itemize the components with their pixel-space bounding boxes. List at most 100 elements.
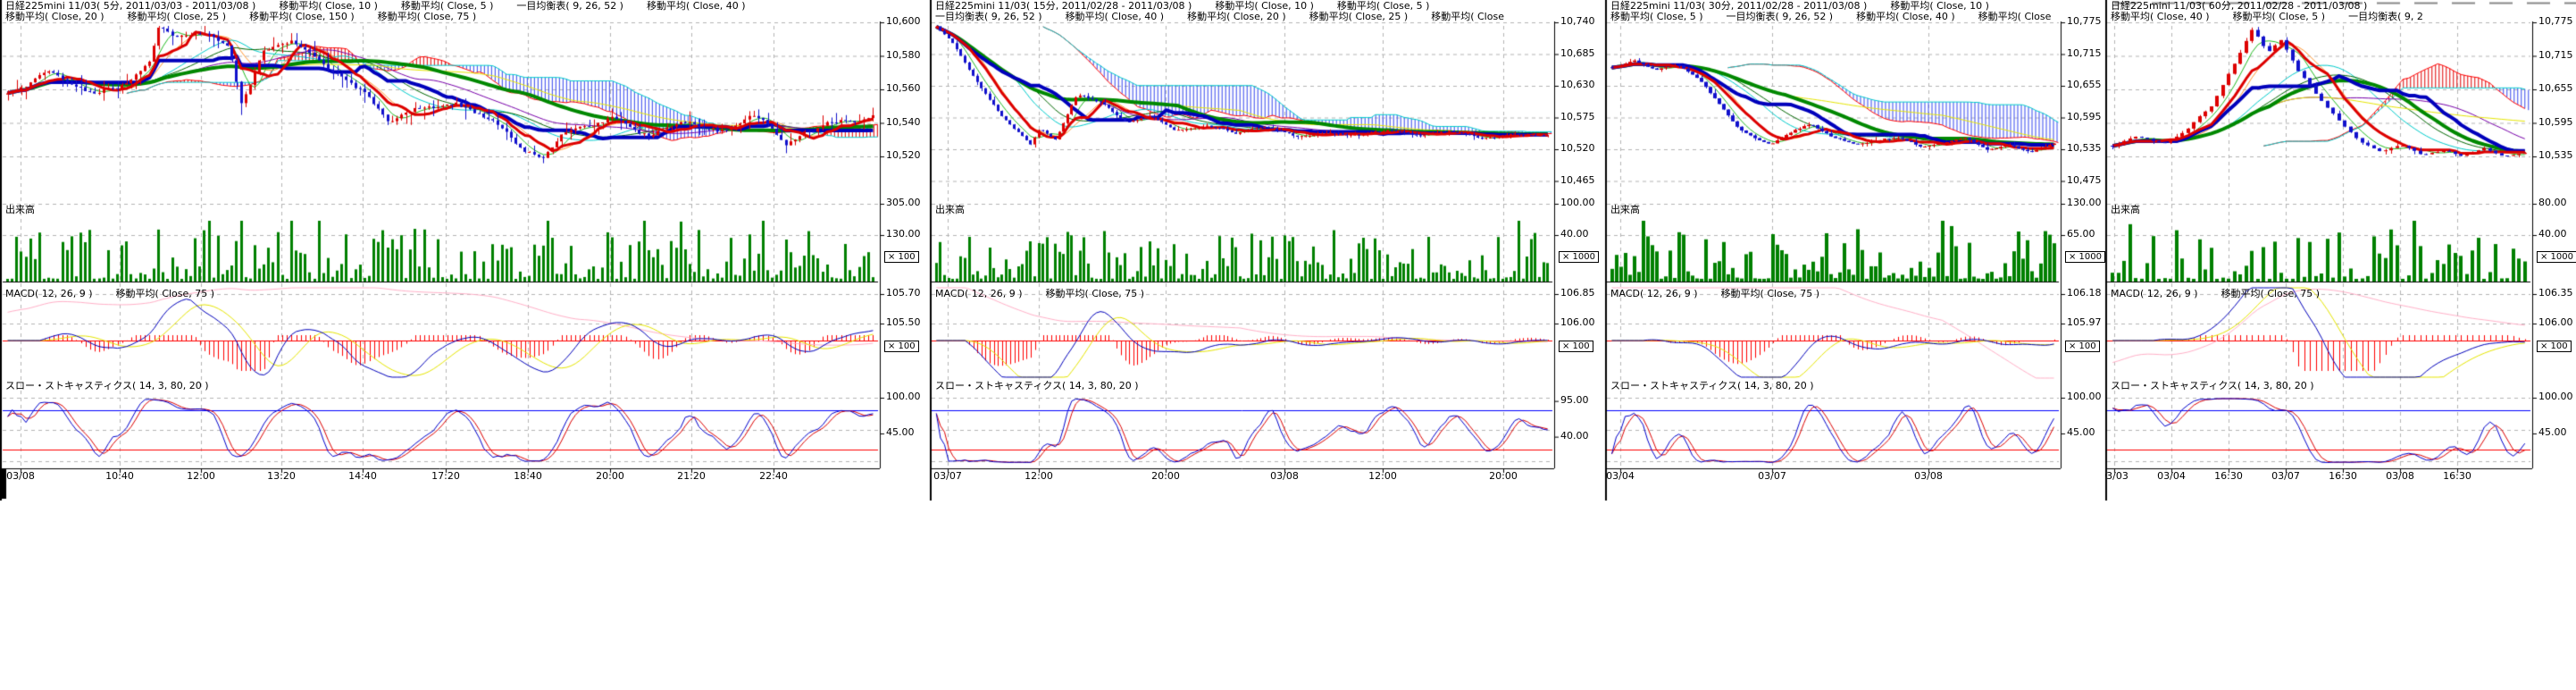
time-axis-label: 03/07: [933, 471, 962, 482]
indicator-label: 移動平均( Close, 40 ): [647, 0, 746, 12]
indicator-label: 移動平均( Close: [1431, 11, 1504, 22]
labels-layer: 日経225mini 11/03( 5分, 2011/03/03 - 2011/0…: [0, 0, 2576, 690]
price-axis-label: 10,560: [886, 83, 921, 94]
price-axis-label: 10,775: [2538, 16, 2573, 27]
macd-axis-label: 105.50: [886, 317, 921, 328]
price-axis-label: 10,520: [1560, 143, 1595, 154]
stoch-axis-label: 45.00: [2067, 427, 2095, 438]
macd-axis-label: 106.00: [2538, 317, 2573, 328]
price-axis-label: 10,655: [2067, 80, 2102, 90]
volume-axis-label: 130.00: [886, 229, 921, 240]
time-axis-label: 13:20: [267, 471, 296, 482]
indicator-label: 移動平均( Close, 25 ): [1309, 11, 1409, 22]
time-axis-label: 20:00: [596, 471, 624, 482]
macd-axis-label: 106.00: [1560, 317, 1595, 328]
price-axis-label: 10,600: [886, 16, 921, 27]
macd-scale-box: × 100: [884, 341, 919, 352]
macd-ma-label: 移動平均( Close, 75 ): [116, 288, 215, 299]
time-axis-label: 03/07: [1758, 471, 1786, 482]
stoch-section-label: スロー・ストキャスティクス( 14, 3, 80, 20 ): [1610, 381, 1814, 391]
stoch-section-label: スロー・ストキャスティクス( 14, 3, 80, 20 ): [5, 381, 209, 391]
price-axis-label: 10,740: [1560, 16, 1595, 27]
indicator-label: 移動平均( Close, 20 ): [1187, 11, 1286, 22]
price-axis-label: 10,715: [2067, 48, 2102, 59]
volume-scale-box: × 1000: [1559, 251, 1599, 263]
chart-panel-4[interactable]: 日経225mini 11/03( 60分, 2011/02/28 - 2011/…: [2105, 0, 2576, 501]
chart-panel-3[interactable]: 日経225mini 11/03( 30分, 2011/02/28 - 2011/…: [1605, 0, 2105, 501]
indicator-label: 移動平均( Close, 25 ): [128, 11, 227, 22]
stoch-axis-label: 95.00: [1560, 395, 1589, 406]
macd-section-row: MACD( 12, 26, 9 ) 移動平均( Close, 75 ): [1610, 289, 1843, 299]
macd-axis-label: 105.70: [886, 288, 921, 299]
time-axis-label: 03/08: [1914, 471, 1943, 482]
indicator-label: 一目均衡表( 9, 26, 52 ): [1727, 11, 1834, 22]
macd-section-label: MACD( 12, 26, 9 ): [2111, 288, 2198, 299]
price-axis-label: 10,685: [1560, 48, 1595, 59]
macd-section-label: MACD( 12, 26, 9 ): [1610, 288, 1698, 299]
stoch-section-label: スロー・ストキャスティクス( 14, 3, 80, 20 ): [935, 381, 1139, 391]
time-axis-label: 10:40: [105, 471, 134, 482]
stoch-section-label: スロー・ストキャスティクス( 14, 3, 80, 20 ): [2111, 381, 2314, 391]
time-axis-label: 03/03: [2105, 471, 2129, 482]
volume-axis-label: 80.00: [2538, 198, 2567, 208]
macd-ma-label: 移動平均( Close, 75 ): [1721, 288, 1820, 299]
macd-section-row: MACD( 12, 26, 9 ) 移動平均( Close, 75 ): [2111, 289, 2343, 299]
chart-header-line2: 移動平均( Close, 40 )移動平均( Close, 5 )一目均衡表( …: [2111, 12, 2446, 22]
stoch-axis-label: 100.00: [2067, 391, 2102, 402]
indicator-label: 移動平均( Close, 20 ): [5, 11, 105, 22]
price-axis-label: 10,775: [2067, 16, 2102, 27]
macd-ma-label: 移動平均( Close, 75 ): [1046, 288, 1145, 299]
time-axis-label: 21:20: [677, 471, 706, 482]
price-axis-label: 10,475: [2067, 175, 2102, 186]
chart-panel-1[interactable]: 日経225mini 11/03( 5分, 2011/03/03 - 2011/0…: [0, 0, 930, 501]
time-axis-label: 12:00: [1368, 471, 1397, 482]
chart-header-line2: 一目均衡表( 9, 26, 52 )移動平均( Close, 40 )移動平均(…: [935, 12, 1527, 22]
indicator-label: 一目均衡表( 9, 2: [2348, 11, 2423, 22]
macd-section-row: MACD( 12, 26, 9 )移動平均( Close, 75 ): [5, 289, 238, 299]
time-axis-label: 12:00: [1025, 471, 1053, 482]
indicator-label: 移動平均( Close, 40 ): [1856, 11, 1955, 22]
volume-axis-label: 100.00: [1560, 198, 1595, 208]
indicator-label: 移動平均( Close: [1978, 11, 2052, 22]
indicator-label: 移動平均( Close, 75 ): [378, 11, 477, 22]
time-axis-label: 03/08: [1270, 471, 1299, 482]
price-axis-label: 10,535: [2538, 150, 2573, 161]
macd-axis-label: 106.35: [2538, 288, 2573, 299]
macd-section-label: MACD( 12, 26, 9 ): [935, 288, 1023, 299]
indicator-label: 一目均衡表( 9, 26, 52 ): [516, 0, 623, 12]
time-axis-label: 16:30: [2329, 471, 2357, 482]
chart-header-line2: 移動平均( Close, 20 ) 移動平均( Close, 25 ) 移動平均( …: [5, 12, 499, 22]
chart-header-line2: 移動平均( Close, 5 )一目均衡表( 9, 26, 52 )移動平均( …: [1610, 12, 2074, 22]
time-axis-label: 17:20: [431, 471, 460, 482]
time-axis-label: 16:30: [2443, 471, 2471, 482]
price-axis-label: 10,540: [886, 117, 921, 128]
time-axis-label: 18:40: [514, 471, 542, 482]
macd-axis-label: 105.97: [2067, 317, 2102, 328]
macd-axis-label: 106.18: [2067, 288, 2102, 299]
time-axis-label: 03/08: [2386, 471, 2414, 482]
macd-ma-label: 移動平均( Close, 75 ): [2221, 288, 2321, 299]
price-axis-label: 10,630: [1560, 80, 1595, 90]
time-axis-label: 22:40: [759, 471, 788, 482]
time-axis-label: 16:30: [2214, 471, 2243, 482]
time-axis-label: 03/04: [1606, 471, 1635, 482]
stoch-axis-label: 45.00: [886, 427, 915, 438]
indicator-label: 移動平均( Close, 40 ): [1066, 11, 1165, 22]
time-axis-label: 20:00: [1489, 471, 1518, 482]
price-axis-label: 10,575: [1560, 112, 1595, 122]
stoch-axis-label: 100.00: [886, 391, 921, 402]
price-axis-label: 10,520: [886, 150, 921, 161]
volume-axis-label: 40.00: [2538, 229, 2567, 240]
volume-section-label: 出来高: [5, 205, 35, 215]
chart-panel-2[interactable]: 日経225mini 11/03( 15分, 2011/02/28 - 2011/…: [930, 0, 1605, 501]
price-axis-label: 10,595: [2067, 112, 2102, 122]
volume-section-label: 出来高: [2111, 205, 2140, 215]
volume-scale-box: × 1000: [2065, 251, 2105, 263]
volume-scale-box: × 1000: [2537, 251, 2576, 263]
time-axis-label: 03/08: [6, 471, 35, 482]
volume-section-label: 出来高: [935, 205, 965, 215]
macd-scale-box: × 100: [2065, 341, 2100, 352]
time-axis-label: 20:00: [1151, 471, 1180, 482]
stoch-axis-label: 45.00: [2538, 427, 2567, 438]
macd-scale-box: × 100: [1559, 341, 1593, 352]
